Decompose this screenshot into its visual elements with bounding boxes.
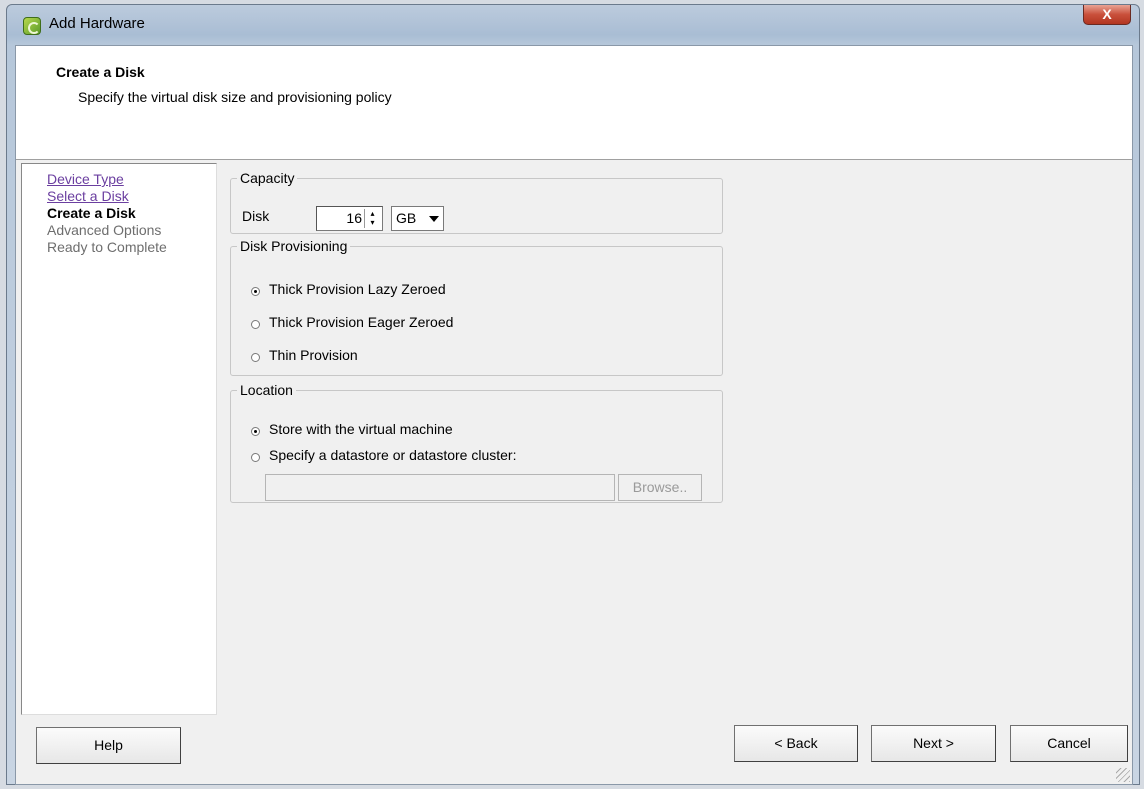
page-subtitle: Specify the virtual disk size and provis… — [78, 89, 392, 105]
chevron-down-icon — [429, 216, 439, 222]
page-title: Create a Disk — [56, 64, 145, 80]
disk-unit-value: GB — [396, 210, 417, 226]
step-create-a-disk: Create a Disk — [47, 205, 136, 221]
option-specify-datastore-label[interactable]: Specify a datastore or datastore cluster… — [269, 447, 516, 463]
help-button[interactable]: Help — [36, 727, 181, 764]
resize-grip-icon[interactable] — [1116, 768, 1130, 782]
wizard-steps-panel: Device Type Select a Disk Create a Disk … — [21, 163, 217, 715]
close-button[interactable]: X — [1083, 5, 1131, 25]
next-button[interactable]: Next > — [871, 725, 996, 762]
title-bar[interactable]: Add Hardware X — [7, 5, 1139, 45]
location-legend: Location — [240, 382, 293, 398]
option-thick-lazy-label[interactable]: Thick Provision Lazy Zeroed — [269, 281, 446, 297]
disk-size-value: 16 — [346, 210, 362, 226]
option-thin-label[interactable]: Thin Provision — [269, 347, 358, 363]
step-device-type[interactable]: Device Type — [47, 171, 216, 188]
radio-thin[interactable] — [251, 353, 260, 362]
wizard-client-area: Create a Disk Specify the virtual disk s… — [15, 45, 1133, 785]
location-group: Location Store with the virtual machine … — [230, 382, 723, 503]
back-button[interactable]: < Back — [734, 725, 858, 762]
spinner-arrows-icon[interactable]: ▴ ▾ — [364, 209, 380, 228]
wizard-header: Create a Disk Specify the virtual disk s… — [16, 46, 1132, 160]
provisioning-legend: Disk Provisioning — [240, 238, 348, 254]
disk-provisioning-group: Disk Provisioning Thick Provision Lazy Z… — [230, 238, 723, 376]
radio-store-with-vm[interactable] — [251, 427, 260, 436]
cancel-button[interactable]: Cancel — [1010, 725, 1128, 762]
disk-size-label: Disk — [242, 208, 270, 224]
disk-unit-select[interactable]: GB — [391, 206, 444, 231]
step-select-a-disk[interactable]: Select a Disk — [47, 188, 216, 205]
datastore-field[interactable] — [265, 474, 615, 501]
disk-size-spinner[interactable]: 16 ▴ ▾ — [316, 206, 383, 231]
capacity-group: Capacity Disk 16 ▴ ▾ GB — [230, 170, 723, 234]
add-hardware-window: Add Hardware X Create a Disk Specify the… — [6, 4, 1140, 785]
option-thick-eager-label[interactable]: Thick Provision Eager Zeroed — [269, 314, 453, 330]
capacity-legend: Capacity — [240, 170, 295, 186]
browse-button[interactable]: Browse.. — [618, 474, 702, 501]
step-ready-to-complete: Ready to Complete — [47, 239, 167, 255]
option-store-with-vm-label[interactable]: Store with the virtual machine — [269, 421, 453, 437]
radio-thick-lazy[interactable] — [251, 287, 260, 296]
step-advanced-options: Advanced Options — [47, 222, 162, 238]
radio-thick-eager[interactable] — [251, 320, 260, 329]
window-title: Add Hardware — [49, 15, 145, 32]
app-icon — [23, 17, 41, 35]
radio-specify-datastore[interactable] — [251, 453, 260, 462]
